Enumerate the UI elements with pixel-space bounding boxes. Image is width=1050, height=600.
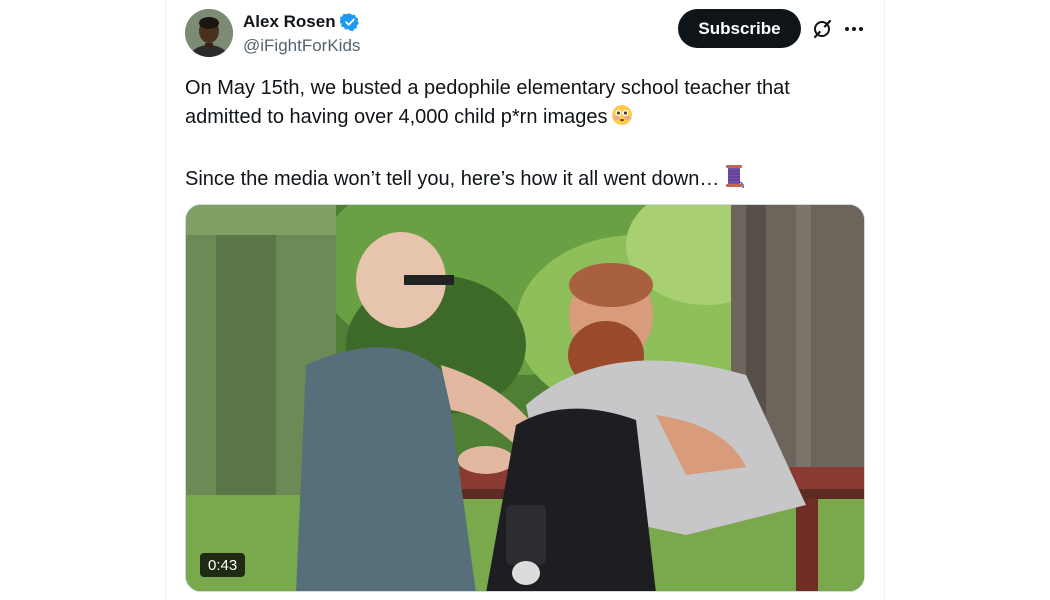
tweet-line-1: On May 15th, we busted a pedophile eleme… <box>185 77 790 128</box>
timeline-border-left <box>165 0 166 600</box>
subscribe-button[interactable]: Subscribe <box>678 9 801 48</box>
tweet-paragraph-2: Since the media won’t tell you, here’s h… <box>185 164 865 197</box>
video-player[interactable] <box>185 204 865 592</box>
thread-spool-emoji-icon <box>723 164 745 197</box>
video-thumbnail <box>186 205 864 591</box>
author-handle[interactable]: @iFightForKids <box>243 36 360 56</box>
video-duration-badge: 0:43 <box>200 553 246 577</box>
author-name[interactable]: Alex Rosen <box>243 12 336 32</box>
timeline-border-right <box>884 0 885 600</box>
author-name-row[interactable]: Alex Rosen <box>243 10 360 34</box>
tweet-line-2: Since the media won’t tell you, here’s h… <box>185 168 720 190</box>
tweet-paragraph-1: On May 15th, we busted a pedophile eleme… <box>185 74 865 135</box>
tweet-text: On May 15th, we busted a pedophile eleme… <box>185 74 865 197</box>
grok-icon[interactable] <box>810 17 834 41</box>
avatar[interactable] <box>185 9 233 57</box>
verified-badge-icon <box>339 12 360 32</box>
flushed-face-emoji-icon <box>611 104 633 135</box>
more-icon[interactable] <box>842 17 866 41</box>
